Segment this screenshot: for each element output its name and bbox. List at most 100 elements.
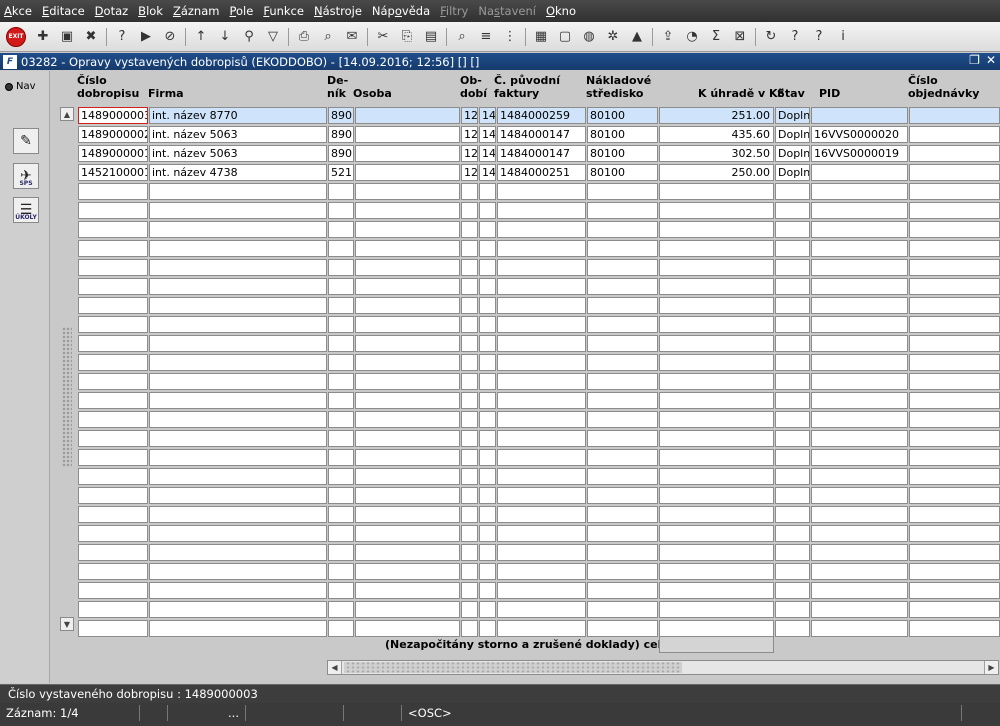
cell-stav[interactable]: [775, 487, 810, 504]
cell-ob2[interactable]: [479, 544, 496, 561]
cell-cislo[interactable]: 1489000001: [78, 145, 148, 162]
cell-cislo[interactable]: [78, 487, 148, 504]
cell-osoba[interactable]: [355, 126, 460, 143]
cell-kuhrade[interactable]: [659, 620, 774, 637]
menu-akce[interactable]: Akce: [4, 4, 32, 18]
cell-firma[interactable]: int. název 5063: [149, 145, 327, 162]
cell-firma[interactable]: int. název 4738: [149, 164, 327, 181]
cell-denik[interactable]: [328, 335, 354, 352]
chart-icon[interactable]: ◔: [683, 28, 701, 46]
scroll-left-arrow-icon[interactable]: ◀: [328, 661, 342, 674]
table-row[interactable]: [78, 525, 1000, 542]
cell-objednavka[interactable]: [909, 620, 1000, 637]
cell-kuhrade[interactable]: [659, 411, 774, 428]
cell-ob2[interactable]: [479, 563, 496, 580]
cell-objednavka[interactable]: [909, 582, 1000, 599]
cell-ob2[interactable]: [479, 202, 496, 219]
cell-kuhrade[interactable]: [659, 373, 774, 390]
cell-stav[interactable]: [775, 335, 810, 352]
table-row[interactable]: [78, 601, 1000, 618]
cell-cislo[interactable]: [78, 449, 148, 466]
cell-firma[interactable]: [149, 601, 327, 618]
table-row[interactable]: [78, 411, 1000, 428]
cell-objednavka[interactable]: [909, 354, 1000, 371]
table-row[interactable]: [78, 202, 1000, 219]
table-row[interactable]: [78, 354, 1000, 371]
cell-objednavka[interactable]: [909, 468, 1000, 485]
cell-denik[interactable]: [328, 373, 354, 390]
cell-ob1[interactable]: [461, 354, 478, 371]
cell-denik[interactable]: [328, 544, 354, 561]
cell-kuhrade[interactable]: [659, 544, 774, 561]
cell-stredisko[interactable]: [587, 392, 658, 409]
cell-cislo[interactable]: [78, 506, 148, 523]
cell-stredisko[interactable]: [587, 373, 658, 390]
cell-kuhrade[interactable]: [659, 259, 774, 276]
cell-stav[interactable]: [775, 183, 810, 200]
column-header-objednavka[interactable]: Číslo objednávky: [908, 74, 979, 100]
cell-stredisko[interactable]: 80100: [587, 145, 658, 162]
cell-ob2[interactable]: [479, 335, 496, 352]
cell-faktura[interactable]: [497, 392, 586, 409]
cell-objednavka[interactable]: [909, 563, 1000, 580]
cell-pid[interactable]: [811, 183, 908, 200]
cell-ob2[interactable]: [479, 620, 496, 637]
cell-osoba[interactable]: [355, 449, 460, 466]
cell-stredisko[interactable]: [587, 468, 658, 485]
cell-faktura[interactable]: 1484000259: [497, 107, 586, 124]
cell-ob2[interactable]: [479, 449, 496, 466]
scroll-right-arrow-icon[interactable]: ▶: [984, 661, 998, 674]
cell-osoba[interactable]: [355, 278, 460, 295]
cell-ob1[interactable]: 12: [461, 107, 478, 124]
cell-faktura[interactable]: [497, 278, 586, 295]
cell-denik[interactable]: [328, 601, 354, 618]
cell-ob1[interactable]: [461, 240, 478, 257]
cell-objednavka[interactable]: [909, 487, 1000, 504]
cell-ob2[interactable]: [479, 259, 496, 276]
column-header-denik[interactable]: De- ník: [327, 74, 348, 100]
cell-objednavka[interactable]: [909, 259, 1000, 276]
cell-objednavka[interactable]: [909, 107, 1000, 124]
cell-ob2[interactable]: [479, 487, 496, 504]
table-row[interactable]: [78, 316, 1000, 333]
edit-doc-icon[interactable]: ✎: [13, 128, 39, 154]
cell-pid[interactable]: [811, 468, 908, 485]
cell-stav[interactable]: [775, 468, 810, 485]
cell-osoba[interactable]: [355, 506, 460, 523]
table-row[interactable]: [78, 183, 1000, 200]
cell-cislo[interactable]: [78, 468, 148, 485]
cell-firma[interactable]: [149, 297, 327, 314]
cell-denik[interactable]: [328, 392, 354, 409]
export-icon[interactable]: ⇪: [659, 28, 677, 46]
cell-ob1[interactable]: 12: [461, 126, 478, 143]
cell-pid[interactable]: [811, 221, 908, 238]
cell-kuhrade[interactable]: [659, 449, 774, 466]
cell-stredisko[interactable]: [587, 221, 658, 238]
cell-stav[interactable]: [775, 506, 810, 523]
cell-kuhrade[interactable]: [659, 468, 774, 485]
cell-denik[interactable]: [328, 316, 354, 333]
horizontal-scroll-thumb[interactable]: [344, 662, 682, 673]
cell-cislo[interactable]: [78, 620, 148, 637]
cell-stredisko[interactable]: [587, 544, 658, 561]
cell-kuhrade[interactable]: 250.00: [659, 164, 774, 181]
table-row[interactable]: [78, 430, 1000, 447]
cell-stredisko[interactable]: 80100: [587, 107, 658, 124]
cell-objednavka[interactable]: [909, 221, 1000, 238]
table-row[interactable]: [78, 221, 1000, 238]
cell-stredisko[interactable]: [587, 183, 658, 200]
cell-objednavka[interactable]: [909, 335, 1000, 352]
cell-objednavka[interactable]: [909, 240, 1000, 257]
cell-pid[interactable]: [811, 240, 908, 257]
cell-firma[interactable]: int. název 8770: [149, 107, 327, 124]
cell-pid[interactable]: 16VVS0000019: [811, 145, 908, 162]
cell-faktura[interactable]: 1484000147: [497, 126, 586, 143]
table-row[interactable]: [78, 335, 1000, 352]
cell-cislo[interactable]: [78, 240, 148, 257]
cell-ob2[interactable]: [479, 411, 496, 428]
cell-objednavka[interactable]: [909, 316, 1000, 333]
cell-osoba[interactable]: [355, 316, 460, 333]
cell-firma[interactable]: [149, 468, 327, 485]
cell-stav[interactable]: [775, 221, 810, 238]
ukoly-icon[interactable]: ☰ ÚKOLY: [13, 197, 39, 223]
